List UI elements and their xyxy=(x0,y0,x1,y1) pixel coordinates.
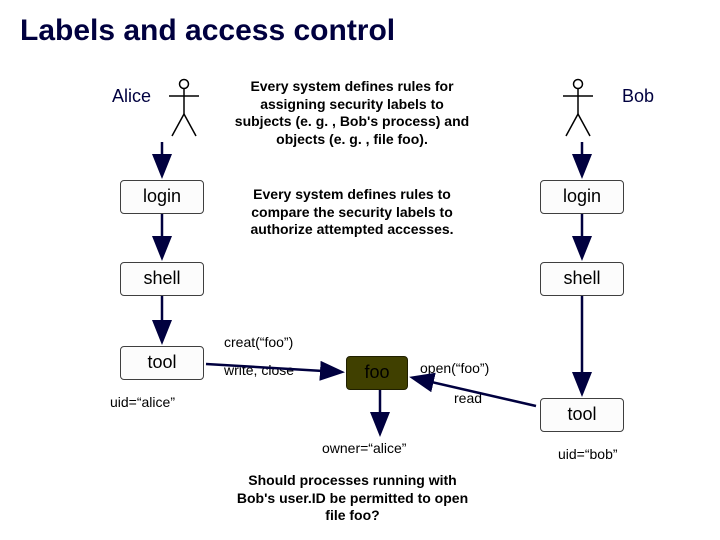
para-question: Should processes running with Bob's user… xyxy=(230,472,475,525)
para-rules-assign: Every system defines rules for assigning… xyxy=(232,78,472,148)
label-uid-bob: uid=“bob” xyxy=(558,446,618,462)
box-foo: foo xyxy=(346,356,408,390)
box-alice-login: login xyxy=(120,180,204,214)
label-write-close: write, close xyxy=(224,362,294,378)
label-open: open(“foo”) xyxy=(420,360,489,376)
label-bob: Bob xyxy=(622,86,654,107)
box-alice-shell: shell xyxy=(120,262,204,296)
box-bob-login: login xyxy=(540,180,624,214)
label-uid-alice: uid=“alice” xyxy=(110,394,175,410)
stickfigure-alice-icon xyxy=(166,78,202,140)
page-title: Labels and access control xyxy=(20,14,395,48)
box-alice-tool: tool xyxy=(120,346,204,380)
stickfigure-bob-icon xyxy=(560,78,596,140)
para-rules-compare: Every system defines rules to compare th… xyxy=(232,186,472,239)
box-bob-shell: shell xyxy=(540,262,624,296)
box-bob-tool: tool xyxy=(540,398,624,432)
label-owner-alice: owner=“alice” xyxy=(322,440,406,456)
label-creat: creat(“foo”) xyxy=(224,334,293,350)
label-alice: Alice xyxy=(112,86,151,107)
label-read: read xyxy=(454,390,482,406)
